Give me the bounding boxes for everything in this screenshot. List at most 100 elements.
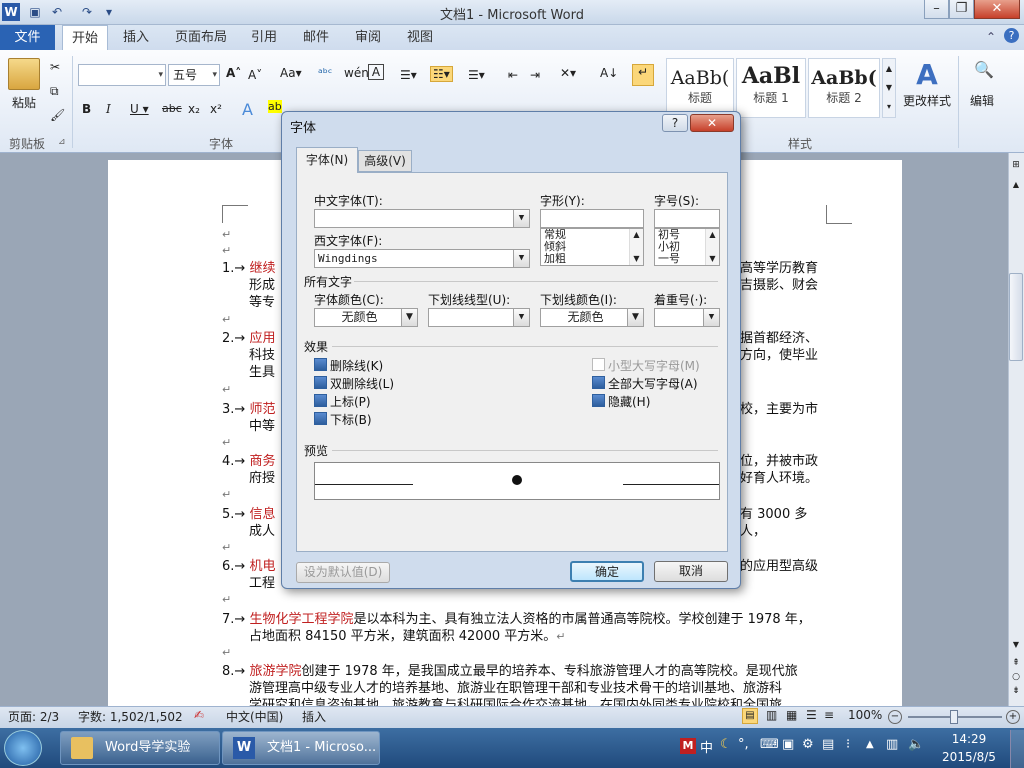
chevron-down-icon[interactable]: ▼ bbox=[513, 250, 529, 267]
tab-insert[interactable]: 插入 bbox=[114, 25, 158, 50]
change-styles-icon[interactable]: A bbox=[900, 58, 954, 91]
customize-quick-access-icon[interactable]: ▾ bbox=[100, 3, 118, 21]
style-title[interactable]: AaBb( 标题 bbox=[666, 58, 734, 118]
find-icon[interactable]: 🔍 bbox=[964, 60, 1004, 79]
subscript-checkbox[interactable] bbox=[314, 412, 327, 425]
style-heading-1[interactable]: AaBl 标题 1 bbox=[736, 58, 806, 118]
clear-format-icon[interactable]: ᵃᵇᶜ bbox=[318, 66, 332, 80]
multilevel-list-icon[interactable]: ☰▾ bbox=[468, 68, 485, 82]
ime-logo-icon[interactable]: M bbox=[680, 738, 696, 754]
minimize-ribbon-icon[interactable]: ⌃ bbox=[986, 30, 996, 44]
clock-time[interactable]: 14:29 bbox=[944, 732, 994, 746]
increase-indent-icon[interactable]: ⇥ bbox=[530, 68, 540, 82]
small-caps-checkbox[interactable] bbox=[592, 358, 605, 371]
page-counter[interactable]: 页面: 2/3 bbox=[8, 708, 59, 725]
underline-style-combo[interactable]: ▼ bbox=[428, 308, 530, 327]
grow-font-icon[interactable]: A˄ bbox=[226, 66, 241, 80]
zoom-level[interactable]: 100% bbox=[848, 708, 882, 722]
insert-mode[interactable]: 插入 bbox=[302, 708, 326, 725]
draft-icon[interactable]: ≡ bbox=[824, 708, 834, 722]
cancel-button[interactable]: 取消 bbox=[654, 561, 728, 582]
tab-references[interactable]: 引用 bbox=[244, 25, 284, 50]
undo-icon[interactable]: ↶ bbox=[48, 3, 66, 21]
change-case-icon[interactable]: Aa▾ bbox=[280, 66, 302, 80]
show-hidden-icons[interactable]: ▲ bbox=[866, 739, 874, 750]
scroll-up-icon[interactable]: ▲ bbox=[1010, 180, 1022, 189]
word-app-icon[interactable]: W bbox=[2, 3, 20, 21]
cn-font-combo[interactable]: ▼ bbox=[314, 209, 530, 228]
west-font-combo[interactable]: Wingdings ▼ bbox=[314, 249, 530, 268]
bold-button[interactable]: B bbox=[82, 102, 91, 116]
sort-icon[interactable]: A↓ bbox=[600, 66, 618, 80]
dialog-launcher-icon[interactable]: ⊿ bbox=[58, 137, 66, 147]
proofing-icon[interactable]: ✍ bbox=[194, 708, 204, 722]
superscript-button[interactable]: x² bbox=[210, 102, 222, 116]
emphasis-combo[interactable]: ▼ bbox=[654, 308, 720, 327]
underline-button[interactable]: U ▾ bbox=[130, 102, 149, 116]
ime-mode[interactable]: 中 bbox=[700, 737, 713, 756]
list-scrollbar[interactable]: ▲ ▼ bbox=[705, 229, 719, 265]
ok-button[interactable]: 确定 bbox=[570, 561, 644, 582]
font-size-combo[interactable]: 五号 ▾ bbox=[168, 64, 220, 86]
tab-page-layout[interactable]: 页面布局 bbox=[168, 25, 234, 50]
tab-file[interactable]: 文件 bbox=[0, 25, 55, 50]
font-style-list[interactable]: 常规 倾斜 加粗 ▲ ▼ bbox=[540, 228, 644, 266]
tab-view[interactable]: 视图 bbox=[400, 25, 440, 50]
character-border-icon[interactable]: A bbox=[368, 64, 384, 80]
decrease-indent-icon[interactable]: ⇤ bbox=[508, 68, 518, 82]
scrollbar-thumb[interactable] bbox=[1009, 273, 1023, 361]
chevron-down-icon[interactable]: ▼ bbox=[513, 210, 529, 227]
help-icon[interactable]: ? bbox=[1004, 28, 1019, 43]
set-default-button[interactable]: 设为默认值(D) bbox=[296, 562, 390, 583]
strikethrough-checkbox[interactable] bbox=[314, 358, 327, 371]
subscript-button[interactable]: x₂ bbox=[188, 102, 200, 116]
punctuation-icon[interactable]: °, bbox=[738, 737, 749, 752]
styles-scroll[interactable]: ▲ ▼ ▾ bbox=[882, 58, 896, 118]
print-layout-icon[interactable]: ▤ bbox=[742, 708, 758, 724]
font-name-combo[interactable]: ▾ bbox=[78, 64, 166, 86]
dialog-close-button[interactable]: ✕ bbox=[690, 114, 734, 132]
minimize-button[interactable]: – bbox=[924, 0, 949, 19]
double-strikethrough-checkbox[interactable] bbox=[314, 376, 327, 389]
format-painter-icon[interactable]: 🖌 bbox=[50, 108, 65, 122]
tray-icon[interactable]: ▤ bbox=[822, 737, 834, 752]
tab-home[interactable]: 开始 bbox=[62, 25, 108, 51]
all-caps-checkbox[interactable] bbox=[592, 376, 605, 389]
volume-icon[interactable]: 🔈 bbox=[908, 737, 924, 752]
zoom-in-icon[interactable]: + bbox=[1006, 710, 1020, 724]
font-color-combo[interactable]: 无颜色 ▼ bbox=[314, 308, 418, 327]
tray-icon[interactable]: ▣ bbox=[782, 737, 794, 752]
highlight-icon[interactable]: ab bbox=[268, 100, 282, 113]
shrink-font-icon[interactable]: A˅ bbox=[248, 68, 262, 82]
font-style-input[interactable] bbox=[540, 209, 644, 228]
language-indicator[interactable]: 中文(中国) bbox=[226, 708, 283, 725]
web-layout-icon[interactable]: ▦ bbox=[786, 708, 797, 722]
bullets-icon[interactable]: ☰▾ bbox=[400, 68, 417, 82]
cut-icon[interactable]: ✂ bbox=[50, 60, 60, 74]
network-icon[interactable]: ▥ bbox=[886, 737, 898, 752]
word-count[interactable]: 字数: 1,502/1,502 bbox=[78, 708, 183, 725]
paste-icon[interactable] bbox=[8, 58, 40, 90]
zoom-out-icon[interactable]: − bbox=[888, 710, 902, 724]
scroll-down-icon[interactable]: ▼ bbox=[1010, 640, 1022, 649]
dialog-help-button[interactable]: ? bbox=[662, 114, 688, 132]
show-desktop-button[interactable] bbox=[1010, 730, 1024, 768]
change-styles-button[interactable]: 更改样式 bbox=[900, 92, 954, 109]
zoom-slider-thumb[interactable] bbox=[950, 710, 958, 724]
text-effects-icon[interactable]: A bbox=[242, 100, 253, 119]
strikethrough-button[interactable]: abc bbox=[162, 102, 182, 115]
tab-font[interactable]: 字体(N) bbox=[296, 147, 358, 173]
full-screen-icon[interactable]: ▥ bbox=[766, 708, 777, 722]
underline-color-combo[interactable]: 无颜色 ▼ bbox=[540, 308, 644, 327]
keyboard-icon[interactable]: ⌨ bbox=[760, 737, 779, 752]
moon-icon[interactable]: ☾ bbox=[720, 737, 732, 752]
phonetic-guide-icon[interactable]: wén bbox=[344, 66, 369, 80]
taskbar-item-word-lab[interactable]: Word导学实验09... bbox=[60, 731, 220, 765]
hidden-checkbox[interactable] bbox=[592, 394, 605, 407]
italic-button[interactable]: I bbox=[106, 102, 111, 116]
list-scrollbar[interactable]: ▲ ▼ bbox=[629, 229, 643, 265]
ruler-toggle-icon[interactable]: ⊞ bbox=[1010, 160, 1022, 174]
copy-icon[interactable]: ⧉ bbox=[50, 84, 59, 99]
taskbar-item-document1[interactable]: W 文档1 - Microso... bbox=[222, 731, 380, 765]
browse-object-icon[interactable]: ⇞ ○ ⇟ bbox=[1010, 656, 1022, 698]
